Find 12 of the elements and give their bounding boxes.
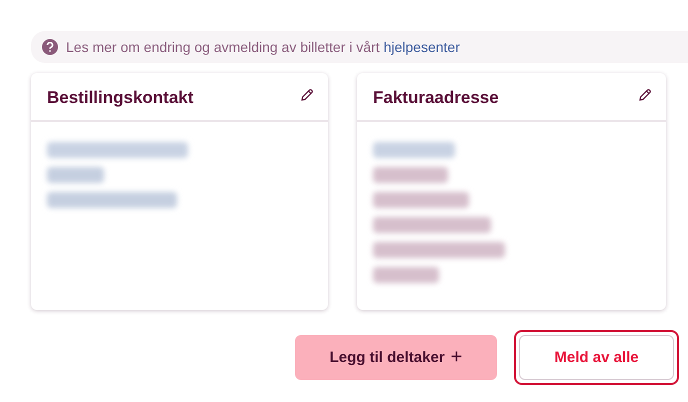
blurred-text-drawing xyxy=(47,167,104,183)
info-text: Les mer om endring og avmelding av billetter i vårt xyxy=(66,39,380,55)
blurred-text-drawing xyxy=(373,267,439,283)
help-center-link[interactable]: hjelpesenter xyxy=(384,39,460,55)
plus-icon: + xyxy=(450,346,462,369)
add-participant-button[interactable]: Legg til deltaker + xyxy=(295,335,497,380)
unregister-all-button[interactable]: Meld av alle xyxy=(519,335,674,380)
edit-pencil-icon[interactable] xyxy=(300,88,314,102)
card-title: Fakturaadresse xyxy=(373,88,499,108)
card-title: Bestillingskontakt xyxy=(47,88,194,108)
edit-pencil-icon[interactable] xyxy=(638,88,652,102)
help-icon xyxy=(42,39,58,55)
